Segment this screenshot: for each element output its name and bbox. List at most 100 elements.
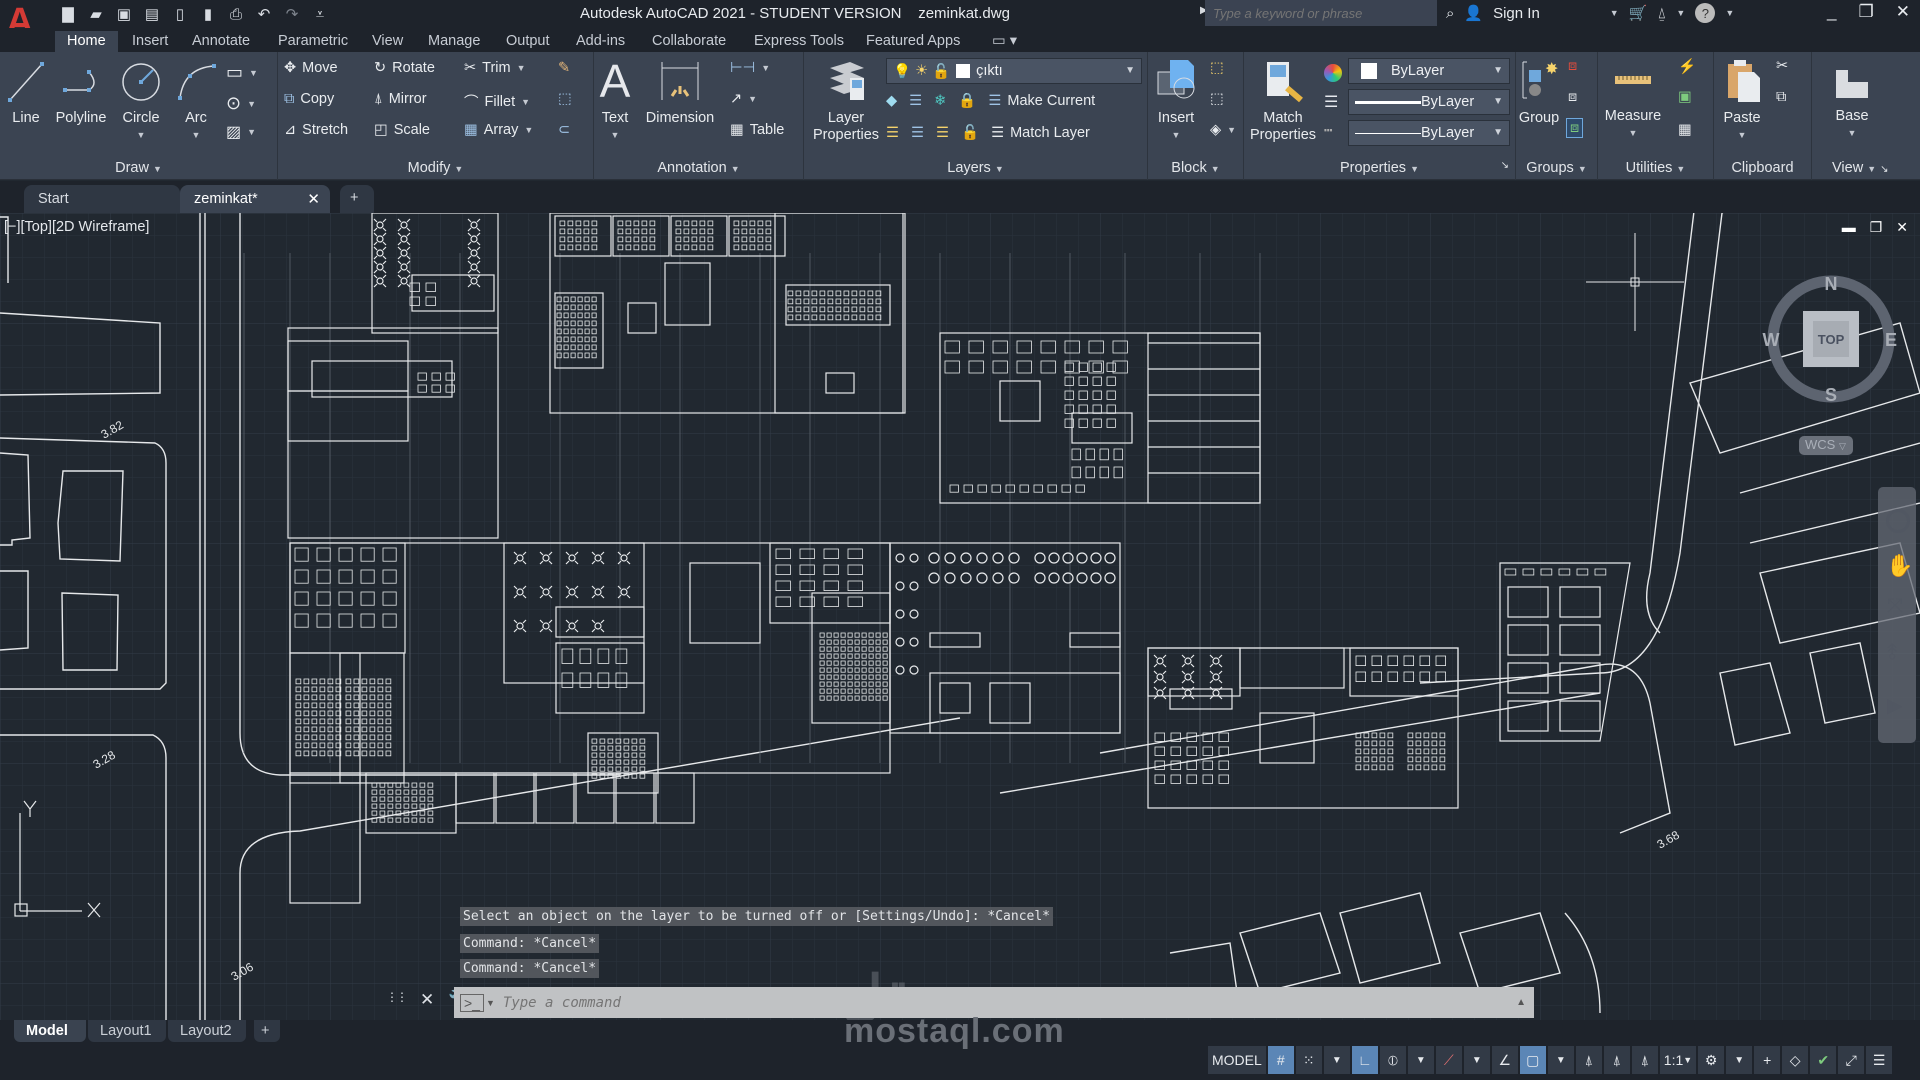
hardware-acceleration-icon[interactable]: ✔ bbox=[1810, 1046, 1837, 1074]
trim-button[interactable]: ✂ Trim ▼ bbox=[464, 60, 526, 76]
save-icon[interactable]: ▣ bbox=[114, 4, 134, 24]
command-input[interactable] bbox=[502, 994, 1403, 1011]
ellipse-button[interactable]: ⊙ ▼ bbox=[226, 93, 256, 114]
viewcube-north[interactable]: N bbox=[1825, 274, 1838, 294]
customize-icon[interactable]: ⩡ bbox=[310, 4, 330, 24]
orbit-icon[interactable]: ⥉ bbox=[1887, 639, 1897, 665]
insert-button[interactable]: Insert ▼ bbox=[1152, 58, 1200, 144]
search-icon[interactable]: ⌕ bbox=[1446, 5, 1454, 22]
linetype-dropdown[interactable]: ByLayer ▼ bbox=[1348, 120, 1510, 146]
object-snap-dropdown-icon[interactable]: ▼ bbox=[1547, 1046, 1574, 1074]
layers-panel-title[interactable]: Layers ▼ bbox=[804, 160, 1147, 176]
linear-dropdown-icon[interactable]: ▼ bbox=[761, 63, 770, 73]
offset-button[interactable]: ⊂ bbox=[558, 122, 570, 138]
zoom-extents-icon[interactable]: ⤧ bbox=[1887, 595, 1903, 618]
groups-panel-title[interactable]: Groups ▼ bbox=[1516, 160, 1597, 176]
viewport-controls-label[interactable]: [−][Top][2D Wireframe] bbox=[4, 219, 149, 235]
copy-button[interactable]: ⧉ Copy bbox=[284, 91, 334, 107]
properties-launcher-icon[interactable]: ↘ bbox=[1501, 160, 1509, 171]
array-dropdown-icon[interactable]: ▼ bbox=[524, 125, 533, 135]
view-launcher-icon[interactable]: ↘ bbox=[1880, 164, 1888, 175]
annotation-monitor-icon[interactable]: + bbox=[1754, 1046, 1781, 1074]
stretch-button[interactable]: ⊿ Stretch bbox=[284, 122, 348, 138]
arc-dropdown-icon[interactable]: ▼ bbox=[172, 127, 220, 144]
layer-thaw-all-icon[interactable]: ☰ bbox=[936, 125, 949, 141]
line-button[interactable]: Line bbox=[6, 60, 46, 127]
base-dropdown-icon[interactable]: ▼ bbox=[1832, 125, 1872, 142]
group-button[interactable]: ✸ Group bbox=[1518, 58, 1560, 127]
sign-in-dropdown-icon[interactable]: ▼ bbox=[1610, 8, 1619, 18]
new-icon[interactable]: ▇ bbox=[58, 4, 78, 24]
sign-in-button[interactable]: Sign In bbox=[1493, 5, 1540, 22]
wcs-dropdown[interactable]: WCS ▽ bbox=[1799, 436, 1853, 455]
command-history-toggle-icon[interactable]: ▲ bbox=[1516, 997, 1526, 1008]
doc-tab-zeminkat[interactable]: zeminkat* ✕ bbox=[180, 185, 330, 213]
dimension-button[interactable]: Dimension bbox=[640, 60, 720, 127]
viewport-restore-icon[interactable]: ❐ bbox=[1870, 219, 1883, 236]
layer-dropdown[interactable]: 💡 ☀ 🔓 çıktı ▼ bbox=[886, 58, 1142, 84]
paste-dropdown-icon[interactable]: ▼ bbox=[1720, 127, 1764, 144]
measure-button[interactable]: Measure ▼ bbox=[1602, 62, 1664, 142]
tab-parametric[interactable]: Parametric bbox=[266, 31, 360, 52]
group-edit-button[interactable]: ⧈ bbox=[1568, 89, 1577, 105]
copy-clip-button[interactable]: ⧉ bbox=[1776, 89, 1786, 105]
tab-output[interactable]: Output bbox=[494, 31, 562, 52]
edit-block-button[interactable]: ⬚ bbox=[1210, 91, 1224, 107]
tab-annotate[interactable]: Annotate bbox=[180, 31, 262, 52]
restore-icon[interactable]: ❐ bbox=[1859, 2, 1874, 22]
scale-button[interactable]: ◰ Scale bbox=[374, 122, 430, 138]
fillet-button[interactable]: ⌒ Fillet ▼ bbox=[464, 91, 530, 112]
auto-scale-icon[interactable]: ⍋ bbox=[1603, 1046, 1630, 1074]
recent-commands-dropdown-icon[interactable]: ▼ bbox=[486, 998, 495, 1008]
layer-properties-button[interactable]: Layer Properties bbox=[808, 58, 884, 144]
viewcube-south[interactable]: S bbox=[1825, 385, 1837, 405]
text-dropdown-icon[interactable]: ▼ bbox=[598, 127, 632, 144]
hatch-dropdown-icon[interactable]: ▼ bbox=[247, 127, 256, 137]
layer-on-all-icon[interactable]: ☰ bbox=[886, 125, 899, 141]
layout-tab-layout1[interactable]: Layout1 bbox=[88, 1020, 166, 1042]
save-to-web-icon[interactable]: ▮ bbox=[198, 4, 218, 24]
leader-button[interactable]: ↗ ▼ bbox=[730, 91, 757, 107]
autodesk-app-icon[interactable]: ⍙ bbox=[1657, 5, 1666, 22]
tab-home[interactable]: Home bbox=[55, 31, 118, 52]
undo-icon[interactable]: ↶ bbox=[254, 4, 274, 24]
annotation-scale-icon[interactable]: ⍋ bbox=[1631, 1046, 1658, 1074]
steering-wheel-icon[interactable] bbox=[1886, 509, 1910, 533]
lineweight-dropdown[interactable]: ByLayer ▼ bbox=[1348, 89, 1510, 115]
circle-dropdown-icon[interactable]: ▼ bbox=[116, 127, 166, 144]
calculator-button[interactable]: ▦ bbox=[1678, 122, 1692, 138]
tab-add-ins[interactable]: Add-ins bbox=[564, 31, 637, 52]
save-as-icon[interactable]: ▤ bbox=[142, 4, 162, 24]
object-snap-tracking-icon[interactable]: ∠ bbox=[1491, 1046, 1518, 1074]
open-from-web-icon[interactable]: ▯ bbox=[170, 4, 190, 24]
polyline-button[interactable]: Polyline bbox=[52, 60, 110, 127]
new-tab-button[interactable]: + bbox=[340, 185, 374, 213]
polar-tracking-icon[interactable]: ⦶ bbox=[1379, 1046, 1406, 1074]
tab-view[interactable]: View bbox=[360, 31, 415, 52]
doc-tab-start[interactable]: Start bbox=[24, 185, 180, 213]
search-input[interactable] bbox=[1205, 0, 1437, 26]
color-dropdown[interactable]: ByLayer ▼ bbox=[1348, 58, 1510, 84]
annotation-scale-dropdown[interactable]: 1:1 ▼ bbox=[1659, 1046, 1697, 1074]
viewcube-east[interactable]: E bbox=[1885, 330, 1897, 350]
layout-tab-layout2[interactable]: Layout2 bbox=[168, 1020, 246, 1042]
fillet-dropdown-icon[interactable]: ▼ bbox=[521, 97, 530, 107]
properties-panel-title[interactable]: Properties ▼ ↘ bbox=[1244, 160, 1515, 176]
layer-freeze-icon[interactable]: ❄ bbox=[934, 93, 946, 109]
draw-panel-title[interactable]: Draw ▼ bbox=[0, 160, 277, 176]
layer-off-icon[interactable]: ◆ bbox=[886, 93, 897, 109]
move-button[interactable]: ✥ Move bbox=[284, 60, 338, 76]
drawing-viewport[interactable]: 3.82 3.28 3.06 3.68 [−][Top][2D Wirefram… bbox=[0, 213, 1920, 1020]
edit-attributes-button[interactable]: ◈ ▼ bbox=[1210, 122, 1236, 138]
help-dropdown-icon[interactable]: ▼ bbox=[1725, 8, 1734, 18]
model-space-toggle[interactable]: MODEL bbox=[1208, 1046, 1266, 1074]
layer-isolate-icon[interactable]: ☰ bbox=[909, 93, 922, 109]
viewcube-west[interactable]: W bbox=[1763, 330, 1780, 350]
explode-button[interactable]: ⬚ bbox=[558, 91, 572, 107]
viewport-close-icon[interactable]: ✕ bbox=[1896, 219, 1908, 236]
text-button[interactable]: A Text ▼ bbox=[598, 58, 632, 144]
rectangle-dropdown-icon[interactable]: ▼ bbox=[249, 68, 258, 78]
attributes-dropdown-icon[interactable]: ▼ bbox=[1227, 125, 1236, 135]
layout-tab-model[interactable]: Model bbox=[14, 1020, 86, 1042]
app-dropdown-icon[interactable]: ▼ bbox=[1676, 8, 1685, 18]
